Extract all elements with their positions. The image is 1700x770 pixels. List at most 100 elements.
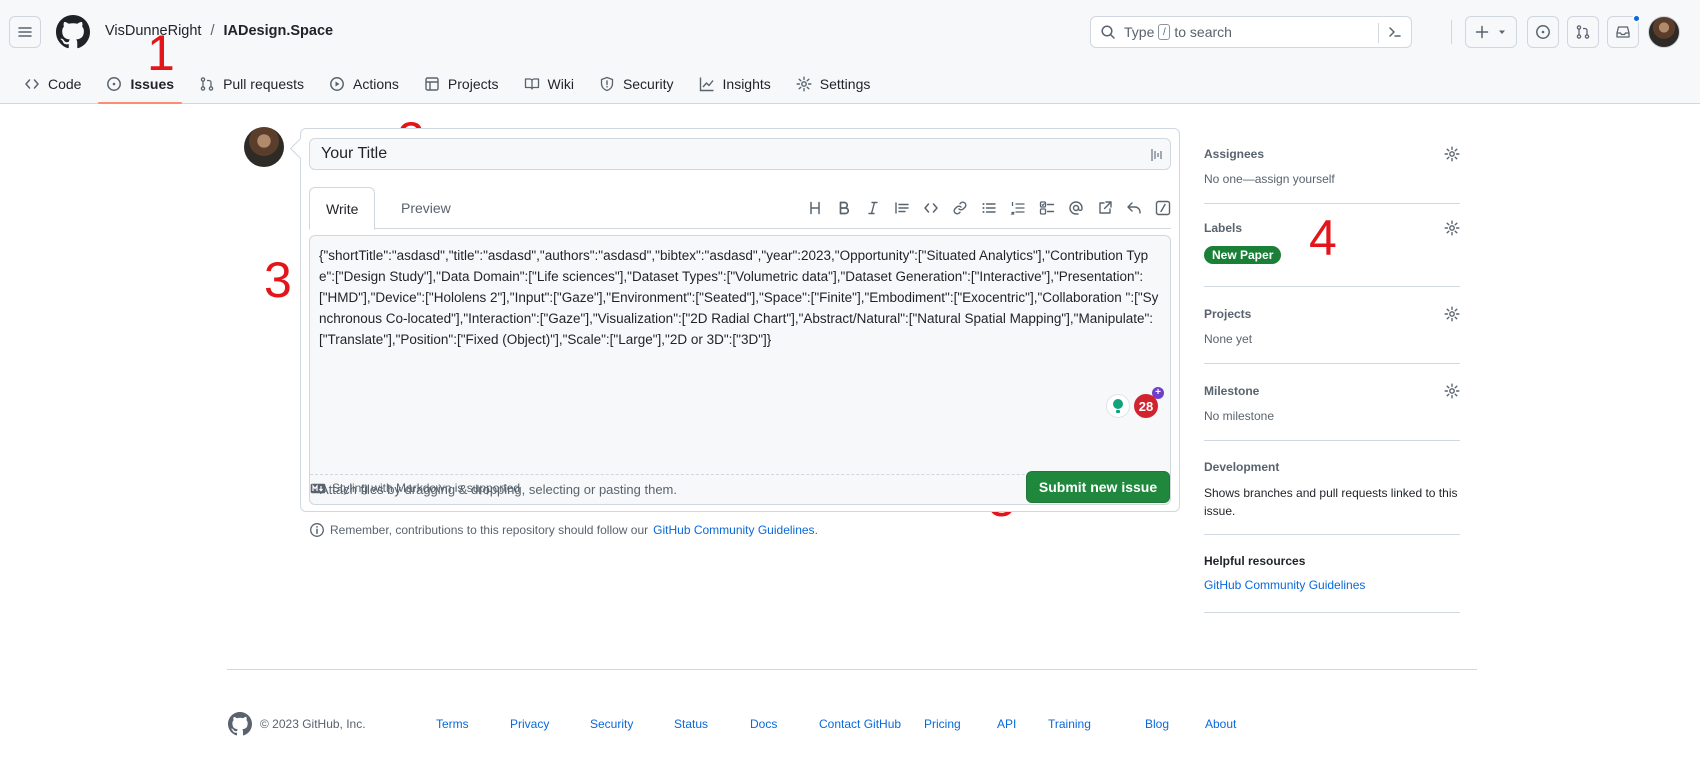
markdown-support-note[interactable]: Styling with Markdown is supported [310,481,520,495]
footer-link-about[interactable]: About [1205,717,1265,731]
unordered-list-icon[interactable] [980,199,997,216]
footer-link-terms[interactable]: Terms [436,717,510,731]
gear-icon[interactable] [1444,146,1460,162]
slash-key-hint: / [1158,24,1171,40]
grammarly-badge-count: 28 [1138,398,1154,414]
milestone-heading: Milestone [1204,384,1260,398]
repo-name-link[interactable]: IADesign.Space [224,23,334,39]
inbox-button[interactable] [1607,14,1641,48]
tab-preview[interactable]: Preview [385,187,467,229]
cross-reference-icon[interactable] [1096,199,1113,216]
password-manager-icon[interactable] [1150,147,1164,163]
github-logo-icon[interactable] [56,15,90,49]
issue-title-input[interactable]: Your Title [309,138,1171,170]
assign-yourself-link[interactable]: assign yourself [1255,172,1335,186]
footer-link-security[interactable]: Security [590,717,674,731]
issue-body-textarea[interactable]: {"shortTitle":"asdasd","title":"asdasd",… [309,235,1171,505]
editor-extension-icons: 28 + [1106,387,1164,418]
menu-button[interactable] [9,16,41,48]
reply-icon[interactable] [1125,199,1142,216]
code-icon[interactable] [922,199,939,216]
labels-header[interactable]: Labels [1204,204,1460,236]
github-logo-icon[interactable] [228,712,252,736]
footer-link-contact[interactable]: Contact GitHub [819,717,924,731]
user-avatar[interactable] [1648,16,1680,48]
submit-issue-button[interactable]: Submit new issue [1026,471,1170,503]
issue-opened-icon [107,77,122,91]
development-heading: Development [1204,460,1280,474]
footer-link-pricing[interactable]: Pricing [924,717,997,731]
milestone-header[interactable]: Milestone [1204,364,1460,399]
tab-settings[interactable]: Settings [788,66,879,102]
gear-icon [796,76,812,92]
tab-code[interactable]: Code [16,66,89,102]
grammar-extension-icon[interactable] [1106,394,1130,418]
plus-icon [1475,25,1489,39]
pull-requests-button[interactable] [1567,16,1599,48]
projects-header[interactable]: Projects [1204,287,1460,322]
projects-heading: Projects [1204,307,1252,321]
grammarly-badge[interactable]: 28 + [1134,387,1164,418]
search-placeholder-suffix: to search [1174,24,1232,40]
projects-value: None yet [1204,332,1253,346]
guidelines-suffix: . [814,523,818,537]
tab-projects[interactable]: Projects [416,66,507,102]
inbox-icon [1616,26,1630,38]
tab-insights[interactable]: Insights [691,66,779,102]
slash-commands-icon[interactable] [1154,199,1171,216]
issue-opened-icon [1536,25,1550,39]
mention-icon[interactable] [1067,199,1084,216]
shield-icon [600,76,614,92]
bold-icon[interactable] [835,199,852,216]
assignees-header[interactable]: Assignees [1204,137,1460,162]
footer-link-privacy[interactable]: Privacy [510,717,590,731]
footer-link-training[interactable]: Training [1048,717,1145,731]
community-guidelines-sidebar-link[interactable]: GitHub Community Guidelines [1204,578,1365,592]
tab-code-label: Code [48,76,82,92]
gear-icon[interactable] [1444,306,1460,322]
footer-link-docs[interactable]: Docs [750,717,819,731]
annotation-1: 1 [147,25,175,81]
tab-actions[interactable]: Actions [321,66,407,102]
labels-section: Labels New Paper [1204,204,1460,287]
gear-icon[interactable] [1444,383,1460,399]
milestone-value: No milestone [1204,409,1275,423]
heading-icon[interactable] [806,199,823,216]
tab-insights-label: Insights [722,76,771,92]
tab-wiki[interactable]: Wiki [516,66,582,102]
footer-link-status[interactable]: Status [674,717,750,731]
development-section: Development Shows branches and pull requ… [1204,441,1460,535]
git-pull-request-icon [1576,25,1590,39]
gear-icon[interactable] [1444,220,1460,236]
footer: © 2023 GitHub, Inc. Terms Privacy Securi… [228,712,1478,736]
command-palette-icon[interactable] [1387,24,1403,40]
issue-body-text: {"shortTitle":"asdasd","title":"asdasd",… [319,248,1159,347]
italic-icon[interactable] [864,199,881,216]
ordered-list-icon[interactable] [1009,199,1026,216]
search-input[interactable]: Type / to search [1090,16,1412,48]
quote-icon[interactable] [893,199,910,216]
tab-pull-requests-label: Pull requests [223,76,304,92]
search-placeholder-prefix: Type [1124,24,1155,40]
issues-button[interactable] [1527,16,1559,48]
global-header: VisDunneRight / IADesign.Space Type / to… [0,0,1700,104]
triangle-down-icon [1499,30,1505,34]
footer-link-blog[interactable]: Blog [1145,717,1205,731]
markdown-support-text: Styling with Markdown is supported [332,481,521,495]
assignees-value: No one—assign yourself [1204,172,1460,186]
community-guidelines-link[interactable]: GitHub Community Guidelines [653,523,814,537]
tab-write[interactable]: Write [309,187,376,230]
milestone-section: Milestone No milestone [1204,364,1460,441]
notification-indicator [1632,14,1641,23]
info-icon [310,523,324,537]
label-new-paper[interactable]: New Paper [1204,246,1282,264]
tab-pull-requests[interactable]: Pull requests [191,66,312,102]
task-list-icon[interactable] [1038,199,1055,216]
create-new-button[interactable] [1465,16,1517,48]
footer-link-api[interactable]: API [997,717,1048,731]
annotation-3: 3 [264,252,292,308]
breadcrumb-separator: / [210,23,215,39]
tab-security[interactable]: Security [591,66,682,102]
link-icon[interactable] [951,199,968,216]
development-value: Shows branches and pull requests linked … [1204,486,1458,518]
